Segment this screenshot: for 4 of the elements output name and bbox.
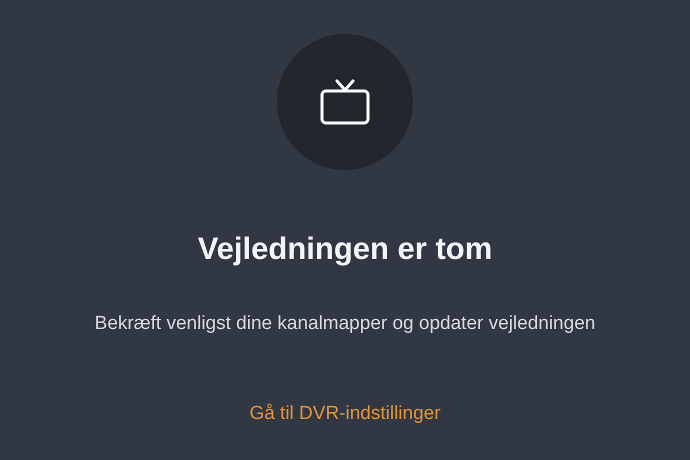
dvr-settings-link[interactable]: Gå til DVR-indstillinger: [249, 402, 441, 426]
empty-message: Bekræft venligst dine kanalmapper og opdater vejledningen: [94, 312, 596, 336]
tv-icon: [320, 79, 370, 125]
empty-title: Vejledningen er tom: [198, 231, 492, 267]
